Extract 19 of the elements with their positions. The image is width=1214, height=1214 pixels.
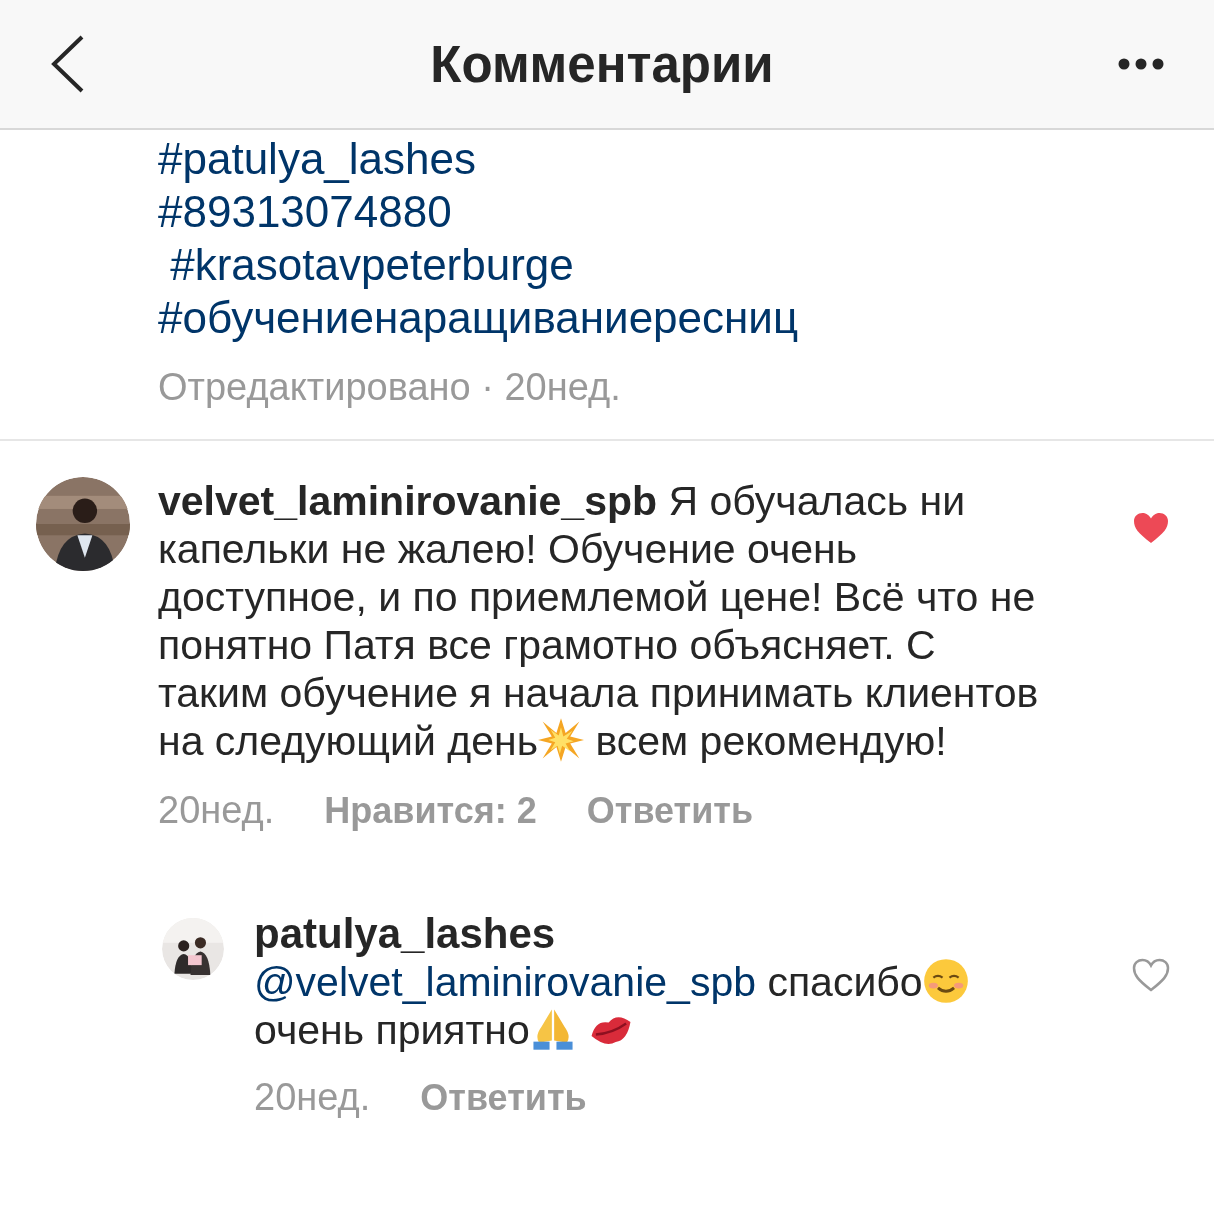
hashtag-link[interactable]: #patulya_lashes [158,132,476,185]
hashtag-link[interactable]: #89313074880 [158,185,452,238]
hashtag-link[interactable]: #krasotavpeterburge [158,238,574,291]
mention-link[interactable]: @velvet_laminirovanie_spb [254,959,756,1005]
burst-icon [538,717,584,763]
comment-text: @velvet_laminirovanie_spb спасибо очень приятно [254,958,1049,1054]
heart-icon[interactable] [1132,958,1170,992]
username-link[interactable]: velvet_laminirovanie_spb [158,478,658,524]
smiley-icon [922,958,969,1004]
liked-heart-icon[interactable] [1132,511,1170,545]
post-meta: Отредактировано · 20нед. [158,366,621,409]
comment-time: 20нед. [158,789,275,832]
more-icon[interactable] [1118,58,1164,70]
back-icon[interactable] [50,35,86,93]
username-link[interactable]: patulya_lashes [254,910,556,958]
page-title: Комментарии [429,34,775,94]
comment-time: 20нед. [254,1076,371,1119]
comment-text: velvet_laminirovanie_spb Я обучалась ни капельки не жалею! Обучение очень доступное, и по приемлемой цене! Всё что не понятно Патя все грамотно объясняет. С таким обучение я начала принимать клиентов на следующий день всем рекомендую! [158,477,1040,765]
hashtag-link[interactable]: #обучениенаращиваниересниц [158,291,799,344]
